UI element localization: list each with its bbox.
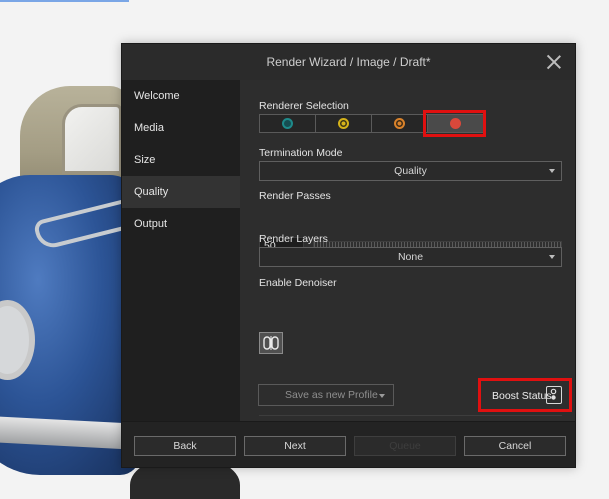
sidebar-item-welcome[interactable]: Welcome <box>122 80 240 112</box>
renderer-option-2[interactable] <box>316 115 372 132</box>
content-divider <box>259 415 562 416</box>
save-profile-label: Save as new Profile <box>285 389 378 401</box>
queue-button[interactable]: Queue <box>354 436 456 456</box>
wizard-sidebar: Welcome Media Size Quality Output <box>122 80 240 421</box>
quality-panel: Renderer Selection Termination Mode Qual… <box>240 80 575 421</box>
renderer-orange-icon <box>394 118 405 129</box>
dialog-footer: Back Next Queue Cancel <box>122 421 575 467</box>
renderer-selection-label: Renderer Selection <box>259 100 349 112</box>
save-profile-button[interactable]: Save as new Profile <box>258 384 394 406</box>
chevron-down-icon <box>379 394 385 398</box>
close-icon[interactable] <box>545 53 563 71</box>
renderer-highlight-box <box>423 110 486 137</box>
cancel-button[interactable]: Cancel <box>464 436 566 456</box>
boost-status-highlight-box <box>478 378 572 412</box>
denoiser-toggle[interactable] <box>259 332 283 354</box>
next-button[interactable]: Next <box>244 436 346 456</box>
termination-mode-dropdown[interactable]: Quality <box>259 161 562 181</box>
selection-indicator <box>0 0 129 2</box>
chevron-down-icon <box>549 255 555 259</box>
chevron-down-icon <box>549 169 555 173</box>
dialog-title: Render Wizard / Image / Draft* <box>266 55 431 69</box>
sidebar-item-media[interactable]: Media <box>122 112 240 144</box>
termination-mode-value: Quality <box>394 165 427 177</box>
enable-denoiser-label: Enable Denoiser <box>259 277 337 289</box>
render-passes-label: Render Passes <box>259 190 331 202</box>
render-layers-value: None <box>397 251 424 263</box>
renderer-option-3[interactable] <box>372 115 428 132</box>
sidebar-item-output[interactable]: Output <box>122 208 240 240</box>
renderer-yellow-icon <box>338 118 349 129</box>
dialog-titlebar: Render Wizard / Image / Draft* <box>122 44 575 80</box>
renderer-option-1[interactable] <box>260 115 316 132</box>
denoiser-icon <box>263 336 279 350</box>
termination-mode-label: Termination Mode <box>259 147 343 159</box>
truck-window-image <box>62 104 122 174</box>
renderer-teal-icon <box>282 118 293 129</box>
sidebar-item-quality[interactable]: Quality <box>122 176 240 208</box>
sidebar-item-size[interactable]: Size <box>122 144 240 176</box>
back-button[interactable]: Back <box>134 436 236 456</box>
render-layers-dropdown[interactable]: None <box>259 247 562 267</box>
render-layers-label: Render Layers <box>259 233 328 245</box>
